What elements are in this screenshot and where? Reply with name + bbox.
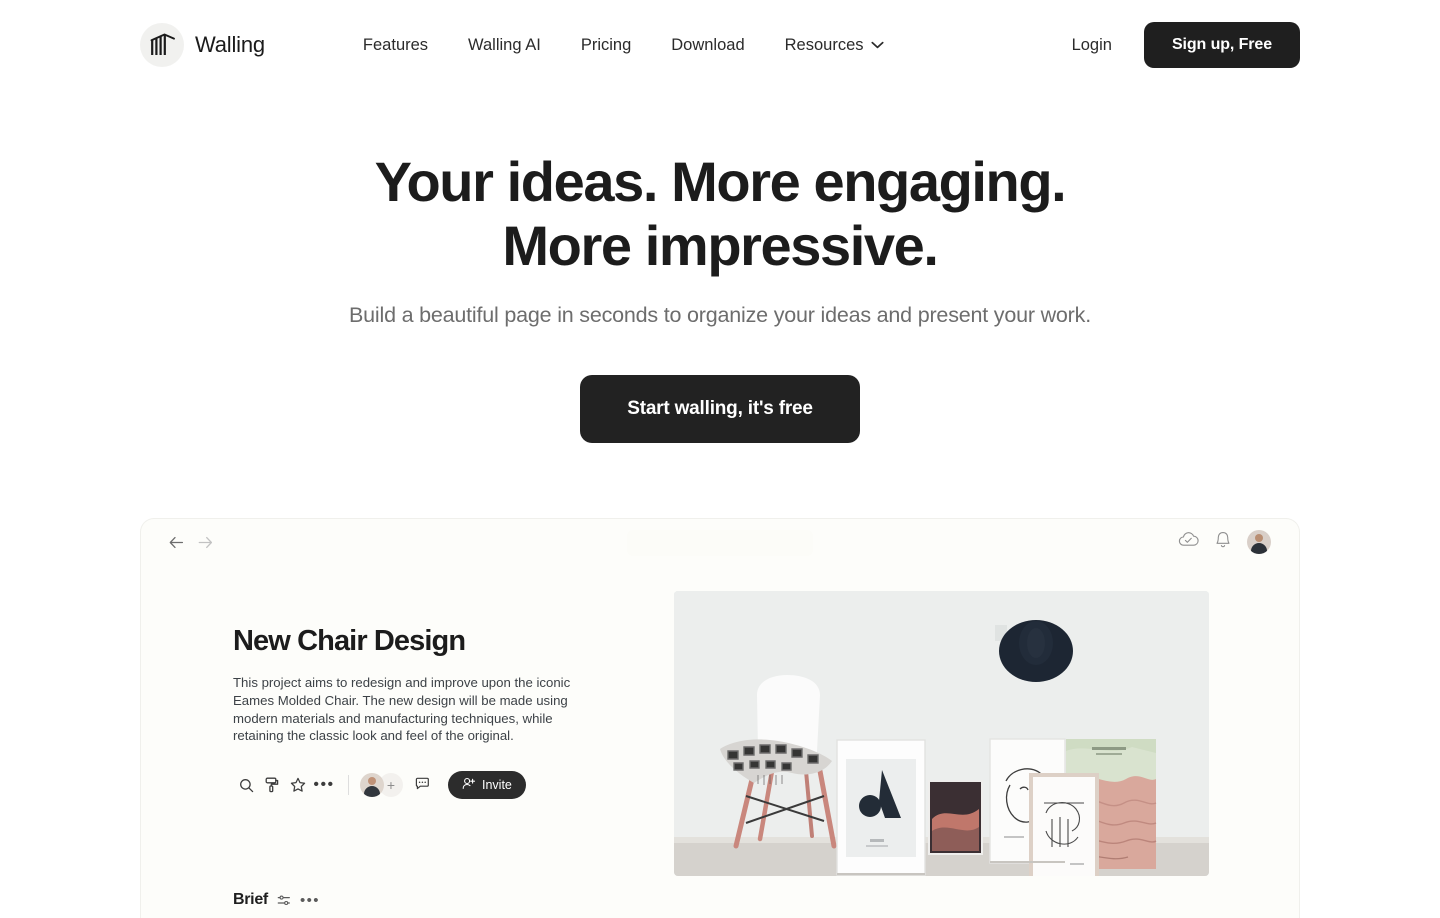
page-title: Your ideas. More engaging. More impressi… [0,150,1440,278]
wall-logo-icon [140,23,184,67]
comment-icon[interactable] [415,777,432,793]
nav-item-label: Walling AI [468,35,541,54]
document-description: This project aims to redesign and improv… [233,675,571,744]
nav-item-label: Download [671,35,745,54]
nav-item-walling-ai[interactable]: Walling AI [448,28,561,63]
arrow-left-icon[interactable] [169,536,184,549]
site-header: Walling Features Walling AI Pricing Down… [0,0,1440,130]
document-column: New Chair Design This project aims to re… [233,565,633,909]
search-icon[interactable] [233,772,259,798]
sliders-icon[interactable] [277,894,291,907]
preview-top-right-actions [1178,530,1271,554]
nav-item-download[interactable]: Download [651,28,764,63]
nav-item-resources[interactable]: Resources [765,28,904,63]
header-actions: Login Sign up, Free [1050,22,1300,68]
paint-roller-icon[interactable] [259,772,285,798]
brand-name: Walling [195,32,265,57]
document-toolbar: ••• + Invite [233,771,633,800]
nav-item-pricing[interactable]: Pricing [561,28,651,63]
nav-item-label: Pricing [580,35,632,54]
bell-icon[interactable] [1215,531,1231,554]
chair-design-photo[interactable] [674,591,1209,876]
app-preview: New Chair Design This project aims to re… [140,518,1300,918]
nav-item-label: Resources [784,35,864,54]
more-horizontal-icon[interactable]: ••• [311,772,337,798]
avatar[interactable] [1247,530,1271,554]
chevron-down-icon [870,41,884,49]
hero-subtitle: Build a beautiful page in seconds to org… [349,303,1091,327]
hero-title-line-1: Your ideas. More engaging. [374,150,1067,213]
login-link[interactable]: Login [1050,26,1134,65]
brief-label: Brief [233,891,268,909]
preview-search-input[interactable] [627,530,813,556]
star-icon[interactable] [285,772,311,798]
arrow-right-icon[interactable] [198,536,213,549]
toolbar-divider [348,775,349,796]
brand-logo[interactable]: Walling [140,23,265,67]
primary-navigation: Features Walling AI Pricing Download Res… [343,28,904,63]
more-horizontal-icon[interactable]: ••• [300,893,320,908]
user-plus-icon [462,777,476,793]
document-title: New Chair Design [233,625,466,657]
signup-button[interactable]: Sign up, Free [1143,22,1300,68]
preview-body: New Chair Design This project aims to re… [141,565,1299,909]
start-walling-button[interactable]: Start walling, it's free [580,375,860,443]
nav-item-label: Features [362,35,429,54]
hero-section: Your ideas. More engaging. More impressi… [0,150,1440,443]
brief-section-header: Brief ••• [233,891,633,909]
nav-item-features[interactable]: Features [343,28,448,63]
photo-column [674,565,1209,909]
invite-button[interactable]: Invite [448,771,526,800]
hero-title-line-2: More impressive. [502,214,939,277]
preview-topbar [141,519,1299,565]
preview-nav-arrows [169,536,213,549]
invite-label: Invite [482,778,512,793]
cloud-check-icon[interactable] [1178,532,1199,552]
member-avatar[interactable] [360,773,384,798]
